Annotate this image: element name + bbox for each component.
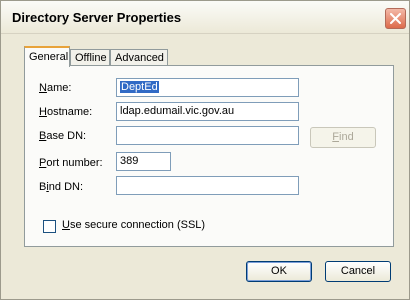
bind-dn-label: Bind DN: [39, 181, 84, 193]
port-number-field[interactable]: 389 [116, 152, 171, 171]
bind-dn-field[interactable] [116, 176, 299, 195]
base-dn-field[interactable] [116, 126, 299, 145]
hostname-label: Hostname: [39, 106, 93, 118]
hostname-field[interactable]: ldap.edumail.vic.gov.au [116, 102, 299, 121]
ssl-checkbox-label[interactable]: Use secure connection (SSL) [62, 219, 205, 231]
name-field[interactable]: DeptEd [116, 78, 299, 97]
close-icon [390, 13, 401, 24]
ok-button[interactable]: OK [246, 261, 312, 282]
close-button[interactable] [385, 8, 406, 29]
name-label: Name: [39, 82, 72, 94]
port-number-label: Port number: [39, 157, 103, 169]
base-dn-label: Base DN: [39, 130, 87, 142]
find-button[interactable]: Find [310, 127, 376, 148]
title-bar[interactable]: Directory Server Properties [1, 1, 409, 34]
name-value: DeptEd [120, 81, 159, 93]
tab-general[interactable]: General [24, 46, 70, 67]
ssl-checkbox[interactable] [43, 220, 56, 233]
dialog-title: Directory Server Properties [12, 10, 182, 25]
cancel-button[interactable]: Cancel [325, 261, 391, 282]
